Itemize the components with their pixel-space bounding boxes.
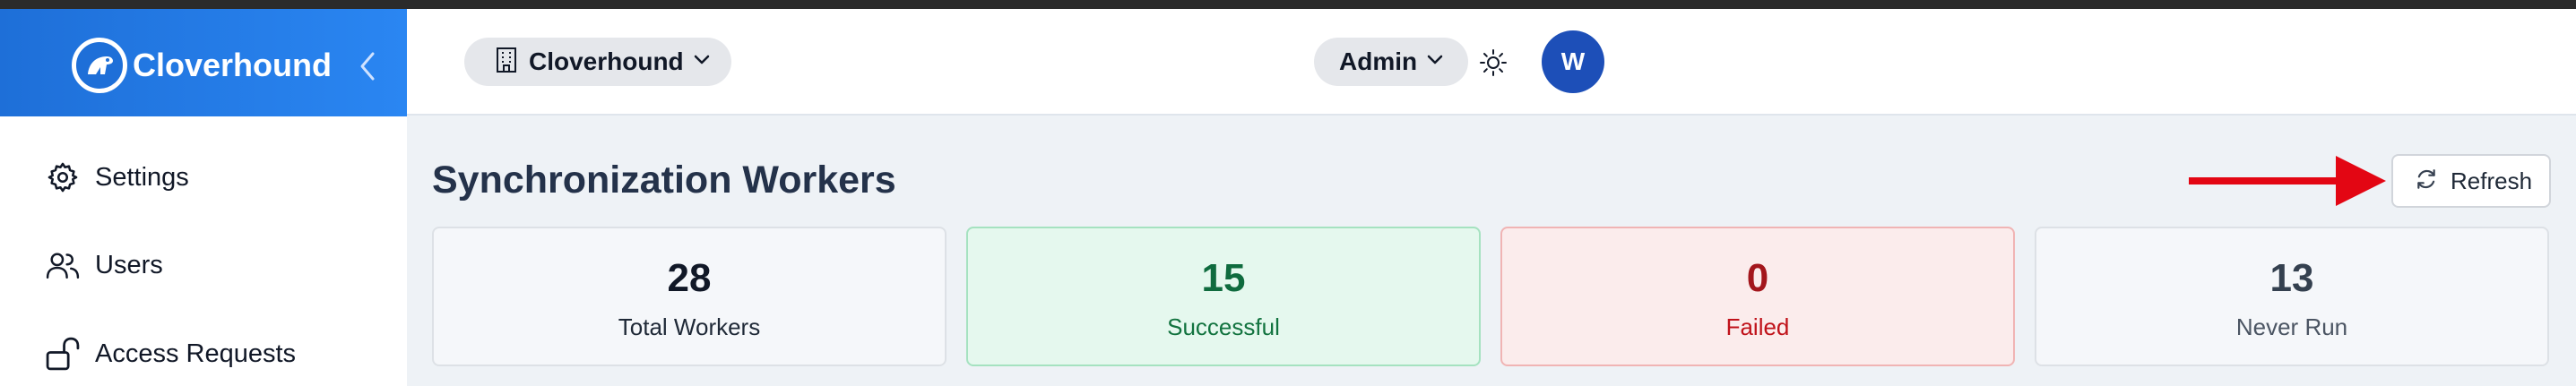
- stat-label: Never Run: [2235, 313, 2348, 340]
- sidebar-item-label: Settings: [95, 162, 189, 192]
- stat-card-successful: 15 Successful: [966, 227, 1481, 366]
- user-avatar[interactable]: W: [1542, 30, 1604, 93]
- stat-card-failed: 0 Failed: [1500, 227, 2015, 366]
- sidebar: Cloverhound Settings Users Access Reques…: [0, 9, 407, 386]
- building-icon: [495, 47, 518, 78]
- role-selector-label: Admin: [1339, 47, 1418, 75]
- window-top-strip: [0, 0, 2576, 9]
- stat-label: Successful: [1167, 313, 1280, 340]
- refresh-icon: [2415, 167, 2438, 195]
- sidebar-item-label: Users: [95, 250, 163, 279]
- stat-value: 0: [1746, 256, 1769, 300]
- sidebar-item-label: Access Requests: [95, 339, 297, 368]
- stat-card-never-run: 13 Never Run: [2035, 227, 2549, 366]
- unlock-icon: [45, 336, 81, 372]
- org-selector-dropdown[interactable]: Cloverhound: [464, 38, 731, 86]
- collapse-sidebar-chevron-left-icon[interactable]: [355, 50, 382, 82]
- role-selector-dropdown[interactable]: Admin: [1314, 38, 1468, 86]
- refresh-button[interactable]: Refresh: [2391, 154, 2551, 208]
- refresh-button-label: Refresh: [2451, 167, 2533, 194]
- sidebar-item-users[interactable]: Users: [45, 238, 385, 292]
- sidebar-item-access-requests[interactable]: Access Requests: [45, 327, 385, 381]
- stat-value: 28: [667, 256, 712, 300]
- brand-name[interactable]: Cloverhound: [133, 45, 332, 86]
- chevron-down-icon: [693, 54, 711, 71]
- sidebar-item-settings[interactable]: Settings: [45, 150, 385, 204]
- org-selector-label: Cloverhound: [529, 47, 684, 75]
- annotation-arrow-icon: [2187, 154, 2388, 208]
- brand-bar: Cloverhound: [0, 9, 407, 116]
- stat-card-total-workers: 28 Total Workers: [432, 227, 947, 366]
- stat-label: Total Workers: [618, 313, 761, 340]
- cloverhound-logo-icon[interactable]: [72, 38, 127, 93]
- page-title: Synchronization Workers: [432, 159, 896, 202]
- stat-value: 13: [2269, 256, 2314, 300]
- top-header: Cloverhound Admin W: [407, 9, 2576, 116]
- chevron-down-icon: [1426, 54, 1444, 71]
- gear-icon: [45, 159, 81, 195]
- stat-label: Failed: [1725, 313, 1790, 340]
- stat-value: 15: [1201, 256, 1246, 300]
- users-icon: [45, 247, 81, 283]
- sun-icon[interactable]: [1479, 48, 1508, 77]
